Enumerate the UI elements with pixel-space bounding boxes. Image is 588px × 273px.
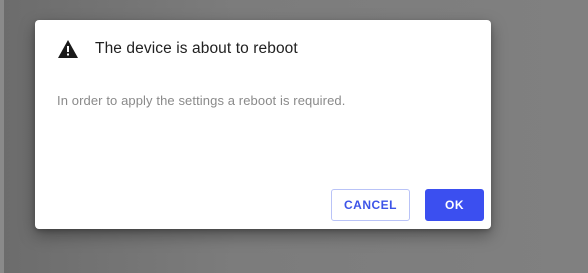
dialog-title: The device is about to reboot <box>95 40 298 57</box>
dialog-message: In order to apply the settings a reboot … <box>57 93 346 108</box>
warning-icon <box>57 39 79 59</box>
reboot-dialog: The device is about to reboot In order t… <box>35 20 491 229</box>
dialog-header: The device is about to reboot <box>57 38 298 60</box>
cancel-button[interactable]: CANCEL <box>331 189 410 221</box>
backdrop-edge <box>0 0 4 273</box>
ok-button[interactable]: OK <box>425 189 484 221</box>
